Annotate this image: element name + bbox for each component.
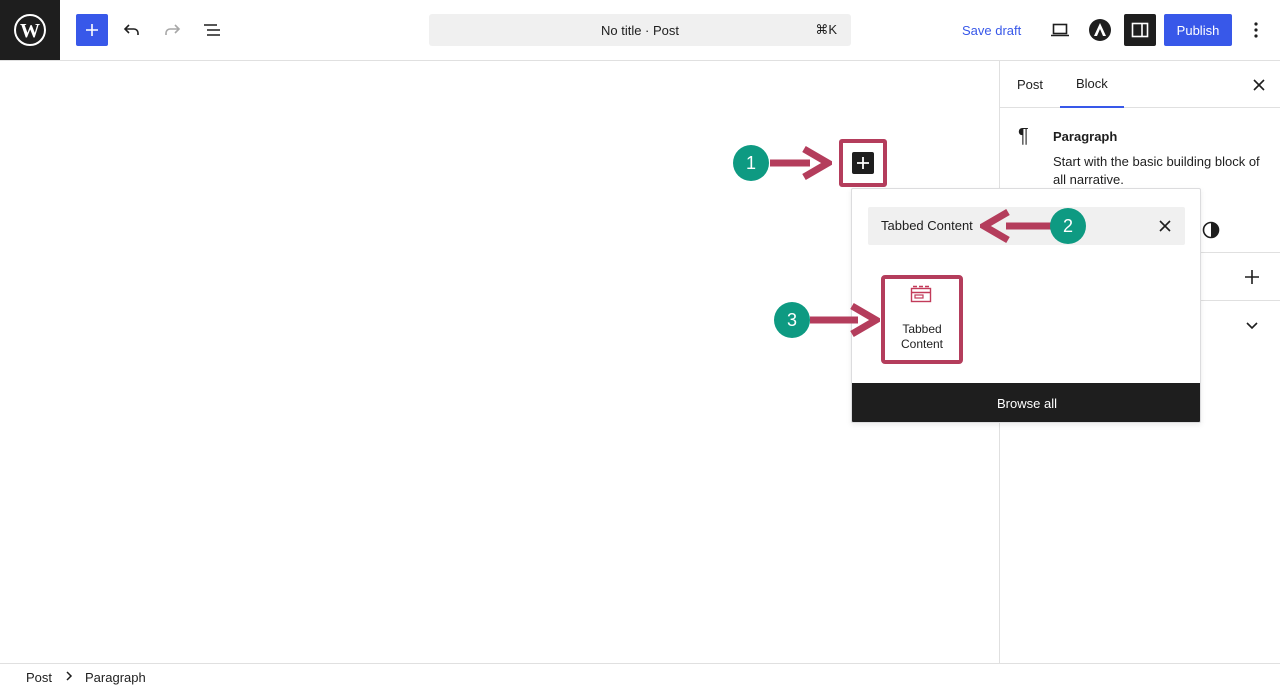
document-overview-button[interactable] — [196, 14, 228, 46]
chevron-right-icon — [66, 671, 73, 681]
breadcrumb: Post Paragraph — [0, 663, 1280, 688]
document-title-bar[interactable]: No title · Post ⌘K — [429, 14, 851, 46]
breadcrumb-paragraph[interactable]: Paragraph — [85, 670, 146, 685]
chevron-down-icon[interactable] — [1242, 315, 1262, 335]
annotation-arrow-1 — [770, 145, 832, 181]
close-icon — [1253, 79, 1265, 91]
plus-icon — [857, 157, 869, 169]
inline-block-inserter[interactable] — [852, 152, 874, 174]
save-draft-button[interactable]: Save draft — [954, 14, 1029, 46]
astra-icon — [1089, 19, 1111, 41]
command-shortcut: ⌘K — [815, 22, 837, 37]
sidebar-tabs: Post Block — [1000, 61, 1280, 108]
svg-text:W: W — [20, 20, 40, 42]
tab-block[interactable]: Block — [1060, 61, 1124, 108]
options-button[interactable] — [1240, 14, 1272, 46]
close-sidebar-button[interactable] — [1247, 73, 1271, 97]
editor-toolbar: W No title · Post ⌘K Save draft Publish — [0, 0, 1280, 61]
settings-toggle[interactable] — [1124, 14, 1156, 46]
wordpress-logo-button[interactable]: W — [0, 0, 60, 60]
undo-button[interactable] — [116, 14, 148, 46]
preview-button[interactable] — [1044, 14, 1076, 46]
astra-settings-button[interactable] — [1084, 14, 1116, 46]
block-title: Paragraph — [1053, 129, 1118, 144]
publish-button[interactable]: Publish — [1164, 14, 1232, 46]
contrast-icon[interactable] — [1202, 221, 1220, 239]
step-marker-3: 3 — [774, 302, 810, 338]
tab-post[interactable]: Post — [1017, 61, 1043, 108]
breadcrumb-post[interactable]: Post — [26, 670, 52, 685]
plus-icon[interactable] — [1242, 267, 1262, 287]
undo-icon — [123, 24, 139, 35]
plus-icon — [86, 24, 98, 36]
sidebar-icon — [1131, 22, 1149, 38]
browse-all-button[interactable]: Browse all — [852, 383, 1200, 422]
wordpress-icon: W — [14, 14, 46, 46]
tabbed-content-icon — [910, 285, 932, 303]
paragraph-icon: ¶ — [1018, 125, 1029, 147]
document-title: No title · Post — [600, 22, 680, 38]
list-view-icon — [204, 24, 220, 36]
search-value: Tabbed Content — [881, 218, 973, 233]
block-result-tabbed-content[interactable]: Tabbed Content — [883, 322, 961, 352]
laptop-icon — [1051, 23, 1069, 37]
step-marker-1: 1 — [733, 145, 769, 181]
step-marker-2: 2 — [1050, 208, 1086, 244]
close-icon[interactable] — [1157, 218, 1173, 234]
redo-icon — [165, 24, 181, 35]
block-description: Start with the basic building block of a… — [1053, 154, 1260, 187]
annotation-arrow-3 — [810, 302, 880, 338]
block-inserter-toggle[interactable] — [76, 14, 108, 46]
annotation-arrow-2 — [980, 208, 1052, 244]
more-vertical-icon — [1254, 22, 1258, 38]
redo-button[interactable] — [156, 14, 188, 46]
